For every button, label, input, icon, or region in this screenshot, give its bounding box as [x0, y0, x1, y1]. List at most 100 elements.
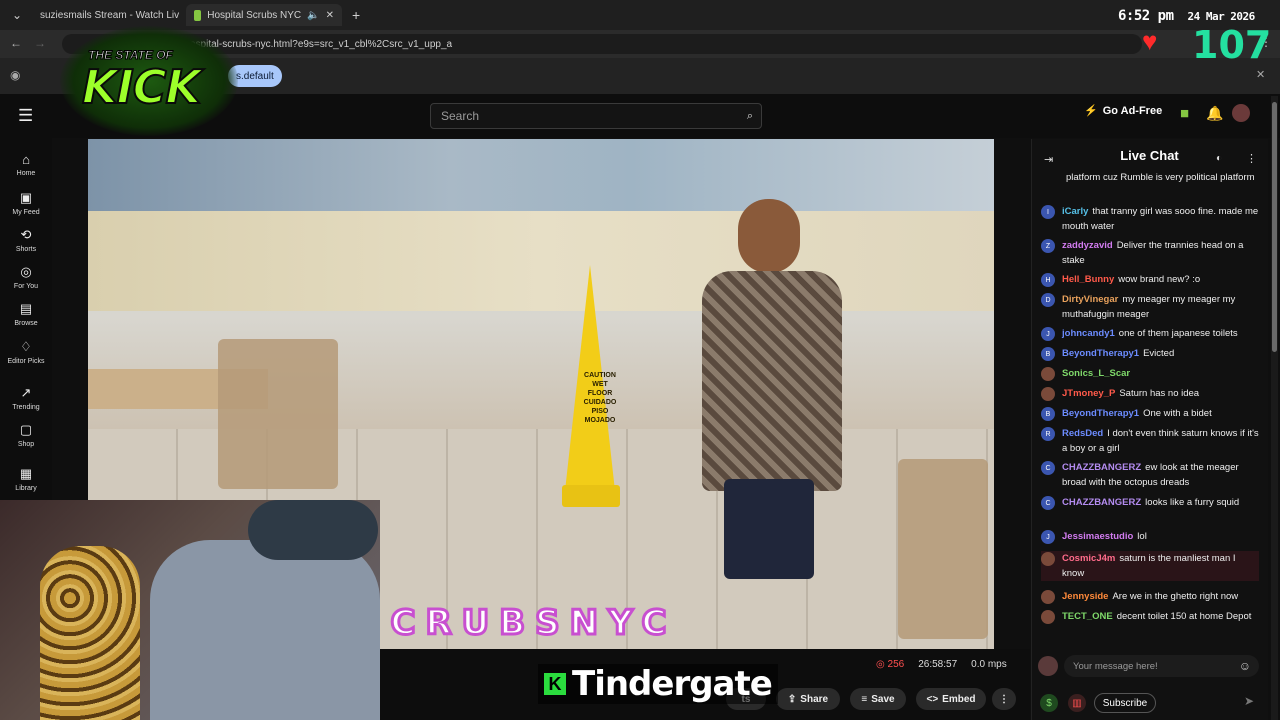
sidebar-item-label: For You [13, 283, 39, 290]
sidebar-item-my-feed[interactable]: ▣ My Feed [0, 190, 52, 216]
new-tab-button[interactable]: + [344, 4, 368, 26]
avatar[interactable]: R [1041, 427, 1055, 441]
chat-username[interactable]: DirtyVinegar [1062, 294, 1118, 305]
hamburger-menu-icon[interactable]: ☰ [18, 106, 33, 126]
chat-username[interactable]: johncandy1 [1062, 328, 1115, 339]
avatar[interactable] [1041, 367, 1055, 381]
chat-message: Sonics_L_Scar [1041, 366, 1259, 381]
clock-time: 6:52 pm [1118, 8, 1174, 24]
home-icon: ⌂ [22, 152, 30, 167]
chat-message-body: TECT_ONE decent toilet 150 at home Depot [1062, 609, 1259, 624]
chat-text: looks like a furry squid [1145, 497, 1240, 508]
url-text: ospital-scrubs-nyc.html?e9s=src_v1_cbl%2… [190, 38, 453, 50]
avatar[interactable]: C [1041, 496, 1055, 510]
dollar-icon[interactable]: $ [1040, 694, 1058, 712]
forward-arrow-icon[interactable]: → [34, 36, 46, 50]
avatar[interactable] [1041, 610, 1055, 624]
bell-icon[interactable]: 🔔 [1206, 105, 1223, 122]
sidebar-item-label: Shorts [15, 246, 37, 253]
tab-label: Hospital Scrubs NYC [207, 9, 302, 21]
search-input[interactable]: Search ⌕ [430, 103, 762, 129]
sidebar-item-shop[interactable]: ▢ Shop [0, 422, 52, 448]
avatar[interactable]: D [1041, 293, 1055, 307]
chat-message: R RedsDed I don't even think saturn knows … [1041, 426, 1259, 456]
save-button[interactable]: ≡ Save [850, 688, 906, 710]
chat-username[interactable]: CosmicJ4m [1062, 553, 1115, 564]
sidebar-item-label: Shop [17, 441, 35, 448]
send-icon[interactable]: ➤ [1244, 694, 1254, 708]
chat-message: J Jessimaestudio lol [1041, 529, 1259, 544]
chat-username[interactable]: TECT_ONE [1062, 611, 1113, 622]
emoji-icon[interactable]: ☺ [1239, 659, 1251, 673]
page-scrollbar[interactable] [1271, 96, 1278, 720]
avatar[interactable]: I [1041, 205, 1055, 219]
scrollbar-thumb[interactable] [1272, 102, 1277, 352]
chat-username[interactable]: RedsDed [1062, 428, 1103, 439]
close-icon[interactable]: ✕ [326, 10, 334, 21]
avatar[interactable]: J [1041, 530, 1055, 544]
sidebar-item-editor-picks[interactable]: ♢ Editor Picks [0, 339, 52, 365]
chat-username[interactable]: CHAZZBANGERZ [1062, 462, 1141, 473]
avatar[interactable]: Z [1041, 239, 1055, 253]
sidebar-item-shorts[interactable]: ⟲ Shorts [0, 227, 52, 253]
tab-hospital-scrubs[interactable]: Hospital Scrubs NYC 🔈 ✕ [186, 4, 342, 26]
chat-username[interactable]: zaddyzavid [1062, 240, 1113, 251]
chat-username[interactable]: Jennyside [1062, 591, 1108, 602]
tindergate-text: Tindergate [572, 664, 773, 704]
gift-icon[interactable]: ▥ [1068, 694, 1086, 712]
rumble-favicon-icon [194, 9, 202, 21]
embed-label: Embed [942, 693, 976, 705]
logo-line2: KICK [81, 59, 202, 115]
chat-username[interactable]: iCarly [1062, 206, 1088, 217]
sidebar-item-trending[interactable]: ↗ Trending [0, 385, 52, 411]
chat-username[interactable]: BeyondTherapy1 [1062, 408, 1139, 419]
sidebar-item-label: Home [16, 170, 36, 177]
avatar[interactable]: J [1041, 327, 1055, 341]
sidebar-item-home[interactable]: ⌂ Home [0, 152, 52, 177]
avatar[interactable] [1232, 104, 1250, 122]
search-icon[interactable]: ⌕ [747, 110, 753, 123]
heart-icon: ♥ [1142, 26, 1158, 56]
chat-username[interactable]: Sonics_L_Scar [1062, 368, 1130, 379]
chat-message-body: Sonics_L_Scar [1062, 366, 1259, 381]
tab-kick-stream[interactable]: suziesmails Stream - Watch Liv ✕ [26, 4, 194, 26]
sidebar-item-browse[interactable]: ▤ Browse [0, 301, 52, 327]
chat-message-input[interactable]: Your message here! ☺ [1064, 655, 1259, 677]
sidebar-item-library[interactable]: ▦ Library [0, 466, 52, 492]
chat-username[interactable]: Hell_Bunny [1062, 274, 1114, 285]
avatar[interactable]: H [1041, 273, 1055, 287]
avatar[interactable]: B [1041, 347, 1055, 361]
avatar[interactable] [1041, 552, 1055, 566]
chat-text: Are we in the ghetto right now [1112, 591, 1239, 602]
rumbles-count: ◎ 256 [876, 659, 905, 670]
chat-username[interactable]: BeyondTherapy1 [1062, 348, 1139, 359]
avatar[interactable]: C [1041, 461, 1055, 475]
video-windows [88, 139, 994, 211]
chat-message-body: RedsDed I don't even think saturn knows i… [1062, 426, 1259, 456]
close-icon[interactable]: ✕ [1256, 68, 1265, 81]
upload-video-icon[interactable]: ■ [1180, 105, 1189, 122]
more-options-button[interactable]: ⋮ [992, 688, 1016, 710]
chat-text: lol [1137, 531, 1147, 542]
chat-username[interactable]: CHAZZBANGERZ [1062, 497, 1141, 508]
chat-username[interactable]: JTmoney_P [1062, 388, 1115, 399]
chat-text: that tranny girl was sooo fine. made me … [1062, 206, 1259, 232]
back-arrow-icon[interactable]: ← [10, 36, 22, 50]
viewer-count: 107 [1192, 23, 1272, 67]
seated-person [694, 199, 844, 579]
share-button[interactable]: ⇪ Share [776, 688, 840, 710]
speaker-icon[interactable]: 🔈 [307, 10, 319, 21]
avatar[interactable] [1041, 590, 1055, 604]
sidebar-item-for-you[interactable]: ◎ For You [0, 264, 52, 290]
shop-icon: ▢ [19, 422, 33, 437]
clock-display: 6:52 pm 24 Mar 2026 [1118, 8, 1255, 24]
subscribe-button[interactable]: Subscribe [1094, 693, 1156, 713]
chrome-icon: ◉ [10, 68, 21, 82]
avatar[interactable]: B [1041, 407, 1055, 421]
avatar[interactable] [1041, 387, 1055, 401]
video-chair [898, 459, 988, 639]
chat-message: H Hell_Bunny wow brand new? :o [1041, 272, 1259, 287]
chat-username[interactable]: Jessimaestudio [1062, 531, 1133, 542]
embed-button[interactable]: <> Embed [916, 688, 986, 710]
go-ad-free-button[interactable]: ⚡ Go Ad-Free [1084, 104, 1162, 118]
